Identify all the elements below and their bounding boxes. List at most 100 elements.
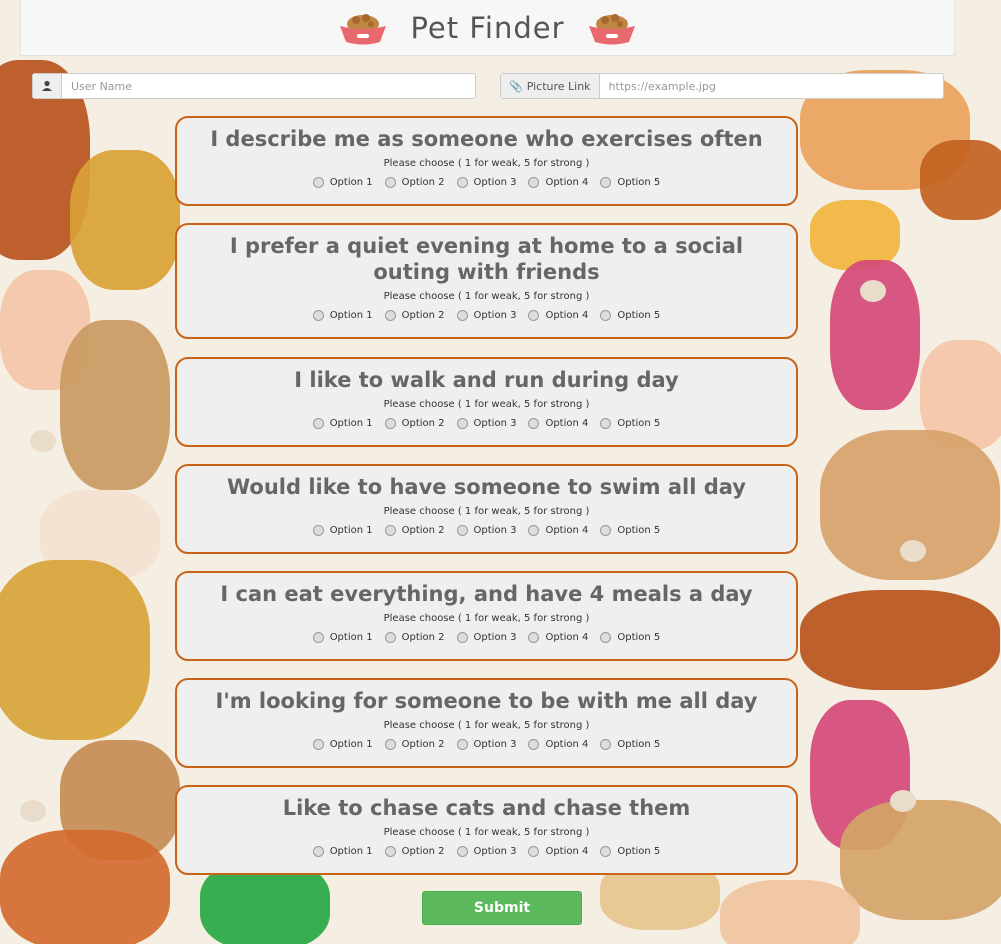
radio-button[interactable] — [312, 846, 324, 857]
option-label: Option 4 — [545, 739, 589, 750]
option-3[interactable]: Option 3 — [456, 846, 516, 857]
option-label: Option 2 — [401, 525, 445, 536]
option-1[interactable]: Option 1 — [312, 846, 373, 857]
radio-button[interactable] — [600, 846, 612, 857]
option-group: Option 1 Option 2 Option 3 Option 4 Option 5 — [177, 310, 796, 321]
question-hint: Please choose ( 1 for weak, 5 for strong… — [383, 613, 590, 624]
dog-bowl-icon — [336, 10, 390, 46]
option-5[interactable]: Option 5 — [600, 525, 660, 536]
radio-button[interactable] — [528, 177, 540, 188]
radio-button[interactable] — [312, 525, 324, 536]
option-2[interactable]: Option 2 — [384, 418, 445, 429]
radio-button[interactable] — [456, 739, 468, 750]
option-3[interactable]: Option 3 — [456, 525, 516, 536]
option-4[interactable]: Option 4 — [528, 418, 588, 429]
option-4[interactable]: Option 4 — [528, 846, 588, 857]
radio-button[interactable] — [456, 525, 468, 536]
radio-button[interactable] — [456, 632, 468, 643]
app-header: Pet Finder — [20, 0, 955, 56]
option-label: Option 1 — [329, 418, 373, 429]
radio-button[interactable] — [528, 739, 540, 750]
picture-link-text: Picture Link — [526, 79, 591, 93]
question-hint: Please choose ( 1 for weak, 5 for strong… — [383, 158, 590, 169]
radio-button[interactable] — [528, 310, 540, 321]
radio-button[interactable] — [384, 846, 396, 857]
question-text: I prefer a quiet evening at home to a so… — [229, 234, 744, 284]
option-2[interactable]: Option 2 — [384, 632, 445, 643]
username-input[interactable] — [62, 74, 475, 98]
radio-button[interactable] — [600, 632, 612, 643]
option-4[interactable]: Option 4 — [528, 177, 588, 188]
option-2[interactable]: Option 2 — [384, 739, 445, 750]
radio-button[interactable] — [456, 418, 468, 429]
radio-button[interactable] — [528, 418, 540, 429]
option-5[interactable]: Option 5 — [600, 310, 660, 321]
option-3[interactable]: Option 3 — [456, 177, 516, 188]
submit-button[interactable]: Submit — [422, 891, 582, 925]
radio-button[interactable] — [384, 632, 396, 643]
radio-button[interactable] — [312, 632, 324, 643]
option-1[interactable]: Option 1 — [312, 310, 373, 321]
option-1[interactable]: Option 1 — [312, 739, 373, 750]
radio-button[interactable] — [600, 418, 612, 429]
option-4[interactable]: Option 4 — [528, 632, 588, 643]
radio-button[interactable] — [600, 739, 612, 750]
radio-button[interactable] — [384, 177, 396, 188]
question-card: Would like to have someone to swim all d… — [175, 464, 798, 554]
option-5[interactable]: Option 5 — [600, 846, 660, 857]
option-2[interactable]: Option 2 — [384, 177, 445, 188]
question-hint: Please choose ( 1 for weak, 5 for strong… — [383, 506, 590, 517]
option-3[interactable]: Option 3 — [456, 632, 516, 643]
question-hint: Please choose ( 1 for weak, 5 for strong… — [383, 827, 590, 838]
question-card: I'm looking for someone to be with me al… — [175, 678, 798, 768]
username-group — [32, 73, 476, 99]
radio-button[interactable] — [384, 739, 396, 750]
option-3[interactable]: Option 3 — [456, 739, 517, 750]
radio-button[interactable] — [312, 418, 324, 429]
question-hint: Please choose ( 1 for weak, 5 for strong… — [383, 399, 590, 410]
option-2[interactable]: Option 2 — [384, 310, 445, 321]
question-text: I'm looking for someone to be with me al… — [215, 689, 758, 713]
question-card: I prefer a quiet evening at home to a so… — [175, 223, 798, 339]
radio-button[interactable] — [312, 310, 324, 321]
option-5[interactable]: Option 5 — [600, 739, 660, 750]
radio-button[interactable] — [384, 418, 396, 429]
option-label: Option 3 — [473, 418, 517, 429]
radio-button[interactable] — [456, 177, 468, 188]
radio-button[interactable] — [312, 739, 324, 750]
picture-link-input[interactable] — [599, 74, 943, 98]
option-5[interactable]: Option 5 — [600, 177, 660, 188]
option-5[interactable]: Option 5 — [600, 418, 660, 429]
radio-button[interactable] — [456, 310, 468, 321]
option-1[interactable]: Option 1 — [312, 632, 373, 643]
option-label: Option 2 — [401, 739, 445, 750]
radio-button[interactable] — [528, 525, 540, 536]
question-text: Would like to have someone to swim all d… — [226, 475, 746, 499]
option-3[interactable]: Option 3 — [456, 310, 516, 321]
option-1[interactable]: Option 1 — [312, 525, 373, 536]
radio-button[interactable] — [528, 632, 540, 643]
option-5[interactable]: Option 5 — [600, 632, 660, 643]
radio-button[interactable] — [312, 177, 324, 188]
option-4[interactable]: Option 4 — [528, 310, 588, 321]
option-4[interactable]: Option 4 — [528, 525, 588, 536]
option-label: Option 3 — [473, 739, 517, 750]
option-4[interactable]: Option 4 — [528, 739, 588, 750]
option-2[interactable]: Option 2 — [384, 525, 445, 536]
radio-button[interactable] — [384, 310, 396, 321]
radio-button[interactable] — [456, 846, 468, 857]
option-1[interactable]: Option 1 — [312, 177, 373, 188]
option-label: Option 5 — [617, 525, 661, 536]
radio-button[interactable] — [600, 310, 612, 321]
option-label: Option 1 — [329, 632, 373, 643]
option-2[interactable]: Option 2 — [384, 846, 445, 857]
option-1[interactable]: Option 1 — [312, 418, 373, 429]
radio-button[interactable] — [600, 177, 612, 188]
option-group: Option 1 Option 2 Option 3 Option 4 Option 5 — [177, 632, 796, 643]
option-label: Option 4 — [545, 632, 589, 643]
radio-button[interactable] — [600, 525, 612, 536]
question-card: Like to chase cats and chase them Please … — [175, 785, 798, 875]
radio-button[interactable] — [384, 525, 396, 536]
option-3[interactable]: Option 3 — [456, 418, 517, 429]
radio-button[interactable] — [528, 846, 540, 857]
